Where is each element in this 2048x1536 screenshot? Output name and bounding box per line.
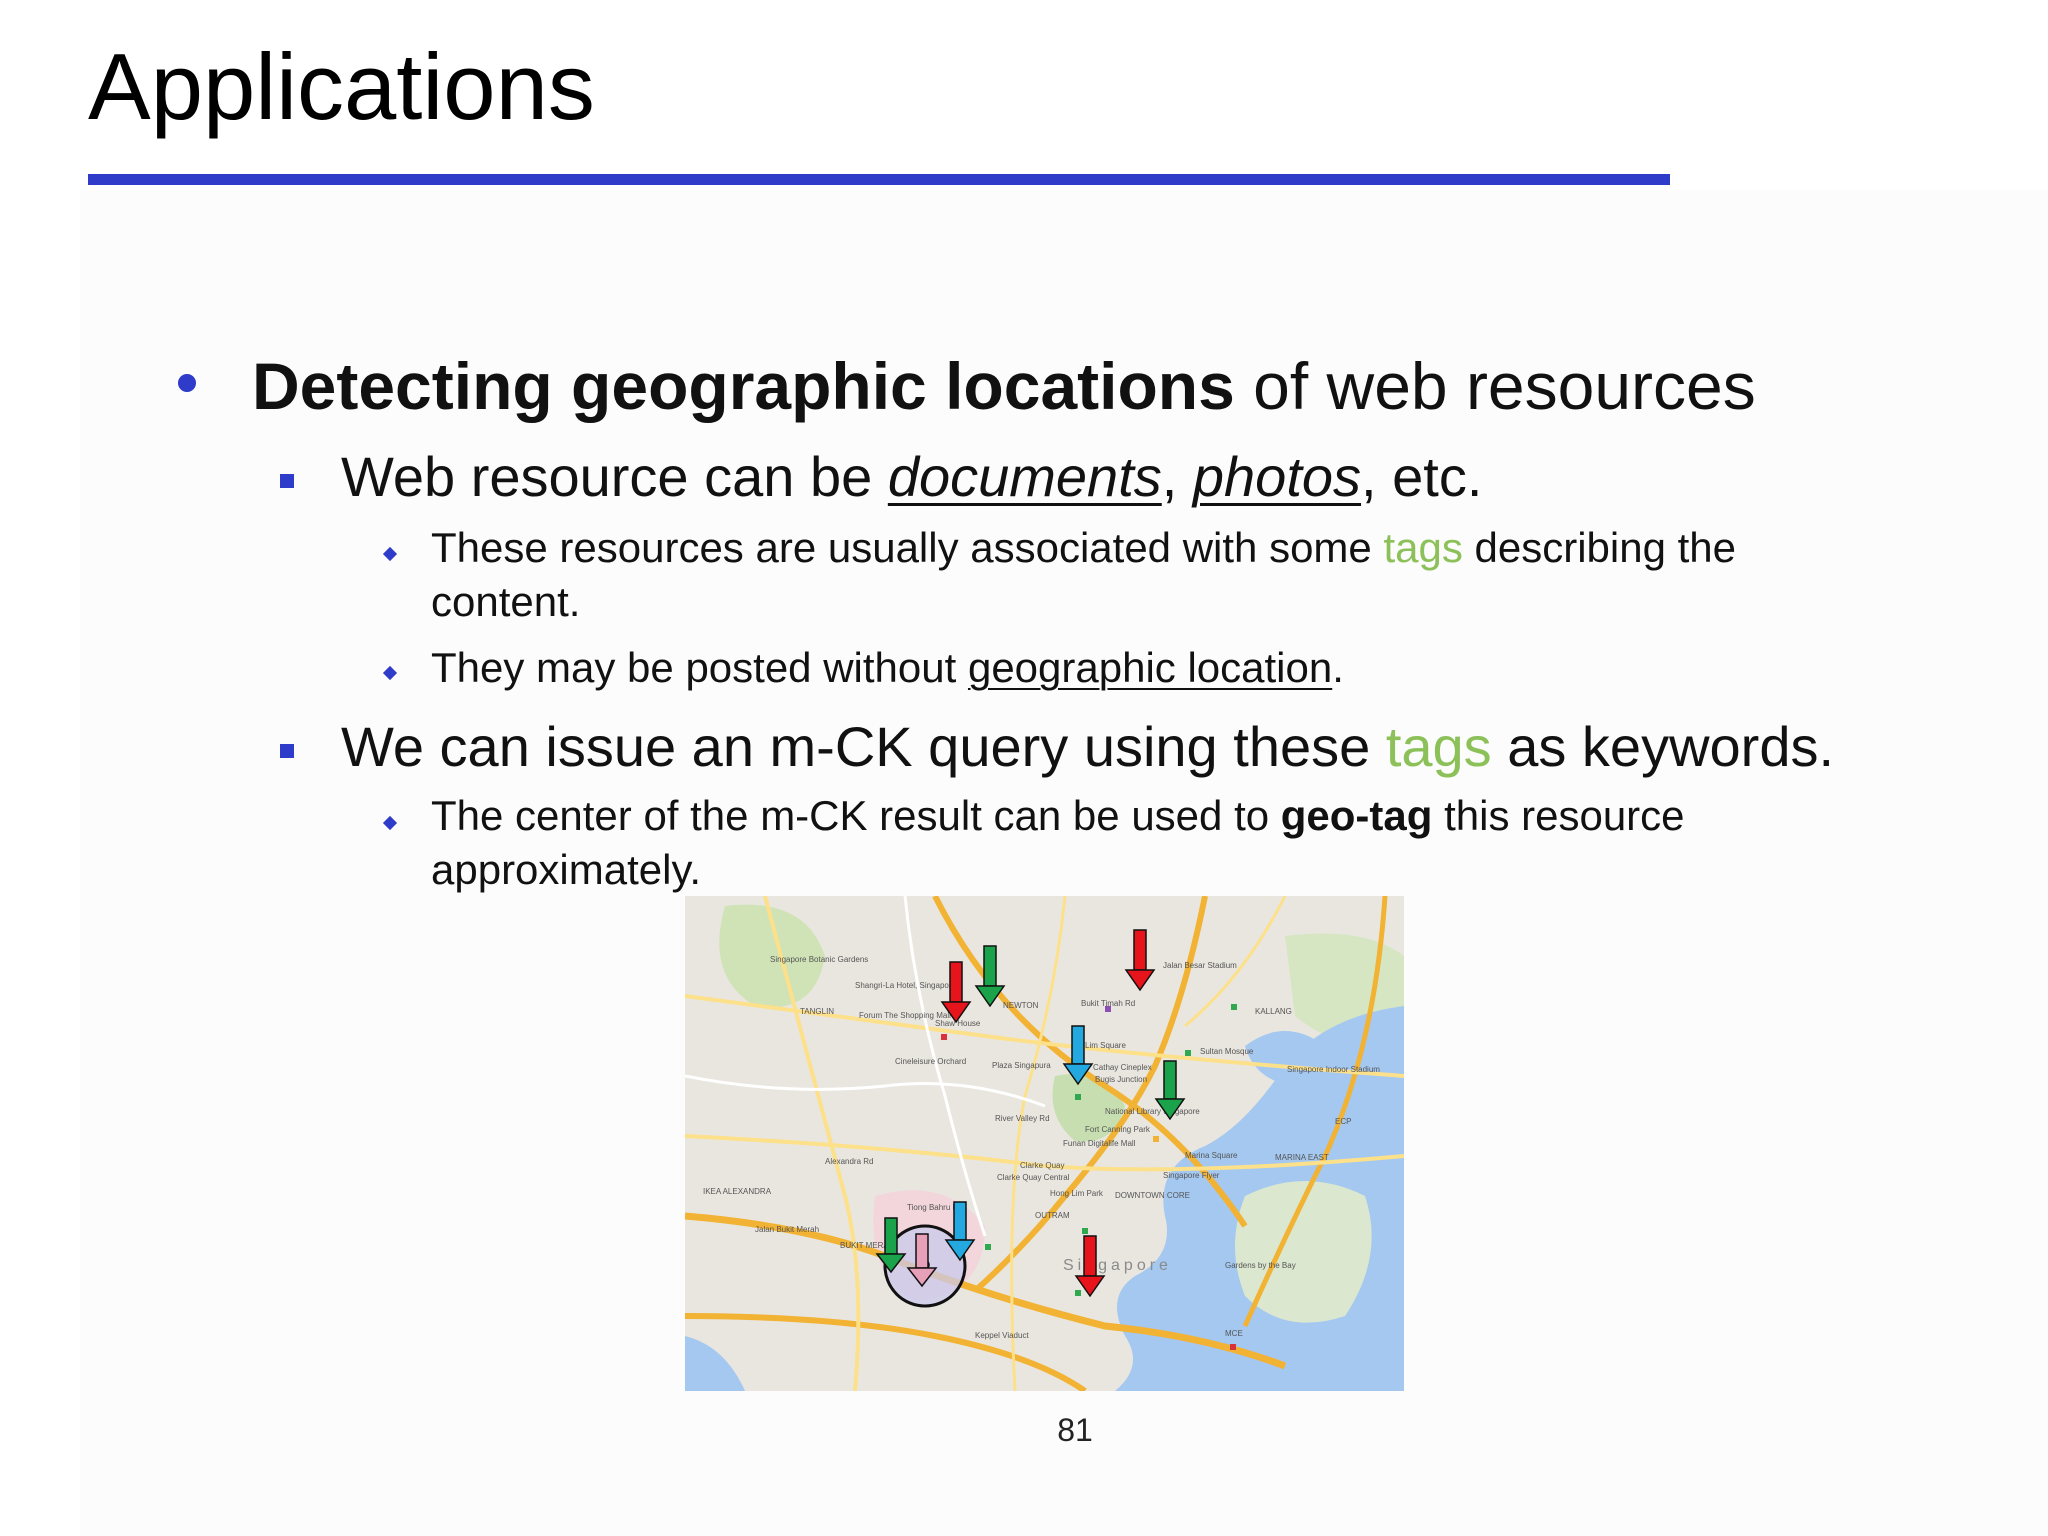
map-label: MARINA EAST [1275,1153,1329,1162]
bullet-text: . [1332,644,1344,691]
bullet-web-resource: Web resource can be documents, photos, e… [341,444,1482,509]
map-label: River Valley Rd [995,1114,1050,1123]
documents-link[interactable]: documents [888,445,1162,508]
map-label: Keppel Viaduct [975,1331,1029,1340]
tags-highlight: tags [1385,715,1492,778]
map-marker [1231,1004,1237,1010]
bullet-detecting-locations: Detecting geographic locations of web re… [252,348,1756,424]
map-label: National Library Singapore [1105,1107,1200,1116]
bullet-text: , [1161,445,1193,508]
bullet-bold-text: Detecting geographic locations [252,349,1235,423]
map-label: Funan Digitalife Mall [1063,1139,1136,1148]
singapore-map: Singapore Botanic Gardens Shangri-La Hot… [685,896,1404,1391]
map-label: Singapore [1063,1257,1172,1274]
bullet-text: , etc. [1361,445,1483,508]
bullet-text: The center of the m-CK result can be use… [431,792,1281,839]
map-label: Hong Lim Park [1050,1189,1104,1198]
bullet-geo-tag: The center of the m-CK result can be use… [431,792,1685,840]
bullet-posted-without-location: They may be posted without geographic lo… [431,644,1344,692]
map-label: OUTRAM [1035,1211,1070,1220]
map-label: KALLANG [1255,1007,1292,1016]
bullet-text: this resource [1432,792,1685,839]
bullet-dot-icon [178,374,196,392]
map-label: Jalan Bukit Merah [755,1225,819,1234]
map-label: Lim Square [1085,1041,1126,1050]
map-label: Marina Square [1185,1151,1238,1160]
map-label: Singapore Flyer [1163,1171,1220,1180]
map-label: Sultan Mosque [1200,1047,1254,1056]
bullet-tags-description: These resources are usually associated w… [431,524,1736,572]
map-label: DOWNTOWN CORE [1115,1191,1190,1200]
map-label: Shangri-La Hotel, Singapore [855,981,957,990]
map-label: Cathay Cineplex [1093,1063,1152,1072]
map-label: Cineleisure Orchard [895,1057,966,1066]
page-number: 81 [1057,1412,1093,1448]
title-underline [88,174,1670,185]
map-marker [1230,1344,1236,1350]
map-label: Plaza Singapura [992,1061,1051,1070]
map-label: Bugis Junction [1095,1075,1147,1084]
map-label: IKEA ALEXANDRA [703,1187,772,1196]
map-label: Singapore Indoor Stadium [1287,1065,1380,1074]
map-label: TANGLIN [800,1007,834,1016]
map-label: Jalan Besar Stadium [1163,961,1237,970]
map-label: Singapore Botanic Gardens [770,955,868,964]
map-marker [1075,1094,1081,1100]
map-label: ECP [1335,1117,1351,1126]
bullet-text: Web resource can be [341,445,888,508]
map-label: Fort Canning Park [1085,1125,1151,1134]
map-label: MCE [1225,1329,1243,1338]
map-marker [1075,1290,1081,1296]
geographic-location-link[interactable]: geographic location [968,644,1332,691]
bullet-square-icon [280,744,294,758]
bullet-text: We can issue an m-CK query using these [341,715,1386,778]
map-label: Alexandra Rd [825,1157,873,1166]
map-marker [1105,1006,1111,1012]
map-label: Clarke Quay Central [997,1173,1070,1182]
photos-link[interactable]: photos [1193,445,1361,508]
bullet-tags-description-line2: content. [431,578,581,625]
slide-title: Applications [88,34,595,139]
map-marker [985,1244,991,1250]
geo-tag-bold: geo-tag [1280,792,1433,839]
bullet-text: as keywords. [1491,715,1835,778]
bullet-text: They may be posted without [431,644,968,691]
bullet-text: of web resources [1234,349,1756,423]
bullet-mck-query: We can issue an m-CK query using these t… [341,714,1834,779]
map-svg: Singapore Botanic Gardens Shangri-La Hot… [685,896,1404,1391]
tags-highlight: tags [1383,524,1463,571]
bullet-square-icon [280,474,294,488]
bullet-text: These resources are usually associated w… [431,524,1384,571]
bullet-geo-tag-line2: approximately. [431,846,702,893]
map-label: Clarke Quay [1020,1161,1064,1170]
map-label: Gardens by the Bay [1225,1261,1296,1270]
map-label: NEWTON [1003,1001,1039,1010]
map-marker [941,1034,947,1040]
map-marker [1153,1136,1159,1142]
bullet-text: describing the [1462,524,1737,571]
map-marker [1082,1228,1088,1234]
map-marker [1185,1050,1191,1056]
